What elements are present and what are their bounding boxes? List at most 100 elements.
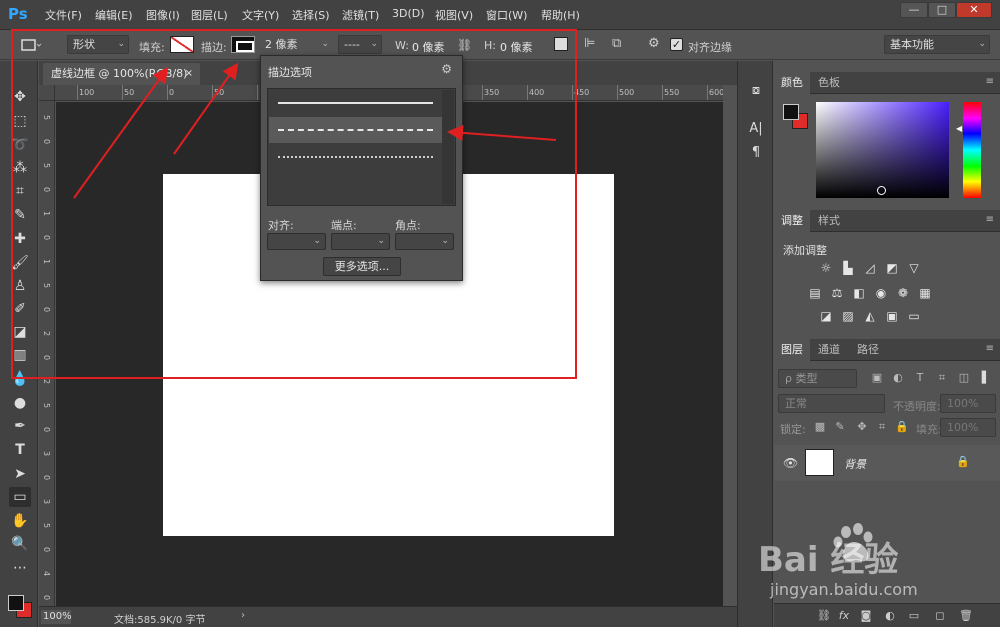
color-panel-swatches[interactable]	[783, 104, 811, 132]
brightness-icon[interactable]: ☼	[818, 260, 834, 276]
menu-type[interactable]: 文字(Y)	[242, 7, 279, 23]
more-options-button[interactable]: 更多选项...	[323, 257, 401, 276]
vibrance-icon[interactable]: ▽	[906, 260, 922, 276]
close-icon[interactable]: ×	[185, 63, 193, 85]
filter-smart-object-icon[interactable]: ◫	[956, 370, 972, 386]
zoom-tool-icon[interactable]: 🔍	[9, 534, 31, 554]
layer-name[interactable]: 背景	[844, 456, 866, 472]
move-tool-icon[interactable]: ✥	[9, 87, 31, 107]
posterize-icon[interactable]: ▨	[840, 308, 856, 324]
panel-menu-icon[interactable]: ≡	[986, 76, 994, 87]
gear-icon[interactable]: ⚙	[441, 62, 452, 76]
marquee-tool-icon[interactable]: ⬚	[9, 111, 31, 131]
tab-styles[interactable]: 样式	[811, 210, 847, 232]
blur-tool-icon[interactable]: 💧	[9, 369, 31, 389]
gradient-tool-icon[interactable]: ▥	[9, 345, 31, 365]
adjustment-layer-icon[interactable]: ◐	[882, 609, 898, 623]
menu-filter[interactable]: 滤镜(T)	[342, 7, 379, 23]
hue-saturation-icon[interactable]: ▤	[807, 285, 823, 301]
minimize-button[interactable]: —	[900, 2, 928, 18]
menu-window[interactable]: 窗口(W)	[486, 7, 527, 23]
paragraph-panel-icon[interactable]: ¶	[746, 143, 766, 163]
delete-layer-icon[interactable]: 🗑	[958, 609, 974, 623]
gradient-map-icon[interactable]: ▭	[906, 308, 922, 324]
panel-menu-icon[interactable]: ≡	[986, 214, 994, 225]
exposure-icon[interactable]: ◩	[884, 260, 900, 276]
hue-slider[interactable]	[963, 102, 981, 198]
workspace-dropdown[interactable]: 基本功能 ⌄	[884, 35, 990, 54]
type-tool-icon[interactable]: T	[9, 440, 31, 460]
document-tab[interactable]: 虚线边框 @ 100%(RGB/8) ×	[43, 63, 200, 85]
width-value[interactable]: 0 像素	[412, 39, 445, 55]
tab-layers[interactable]: 图层	[774, 339, 810, 361]
tab-channels[interactable]: 通道	[811, 339, 847, 361]
tool-preset-picker[interactable]	[18, 36, 42, 54]
menu-layer[interactable]: 图层(L)	[191, 7, 228, 23]
filter-pixel-icon[interactable]: ▣	[869, 370, 885, 386]
curves-icon[interactable]: ◿	[862, 260, 878, 276]
pen-tool-icon[interactable]: ✒	[9, 416, 31, 436]
stroke-swatch[interactable]	[231, 36, 255, 53]
filter-toggle-icon[interactable]: ▌	[978, 370, 994, 386]
color-picker-ring[interactable]	[877, 186, 886, 195]
lock-icon[interactable]: 🔒	[956, 455, 970, 468]
align-dropdown[interactable]: ⌄	[267, 233, 326, 250]
invert-icon[interactable]: ◪	[818, 308, 834, 324]
stroke-type-dropdown[interactable]: ---- ⌄	[338, 35, 382, 54]
channel-mixer-icon[interactable]: ❁	[895, 285, 911, 301]
magic-wand-tool-icon[interactable]: ⁂	[9, 158, 31, 178]
blend-mode-dropdown[interactable]: 正常	[778, 394, 885, 413]
crop-tool-icon[interactable]: ⌗	[9, 181, 31, 201]
opacity-field[interactable]: 100%	[940, 394, 996, 413]
selective-color-icon[interactable]: ▣	[884, 308, 900, 324]
dashed-line-option[interactable]	[269, 117, 442, 143]
hue-slider-pointer[interactable]: ◀	[956, 124, 962, 133]
hand-tool-icon[interactable]: ✋	[9, 511, 31, 531]
eyedropper-tool-icon[interactable]: ✎	[9, 205, 31, 225]
photo-filter-icon[interactable]: ◉	[873, 285, 889, 301]
layer-filter-dropdown[interactable]: ρ 类型	[778, 369, 857, 388]
more-tools-icon[interactable]: ⋯	[9, 558, 31, 578]
lock-position-icon[interactable]: ✥	[854, 419, 870, 435]
color-balance-icon[interactable]: ⚖	[829, 285, 845, 301]
layer-row[interactable]: 👁 背景 🔒	[774, 445, 1000, 481]
menu-view[interactable]: 视图(V)	[435, 7, 473, 23]
dodge-tool-icon[interactable]: ●	[9, 393, 31, 413]
list-scrollbar[interactable]	[442, 90, 454, 204]
link-icon[interactable]: ⛓	[457, 38, 472, 52]
fill-swatch[interactable]	[170, 36, 194, 53]
color-lookup-icon[interactable]: ▦	[917, 285, 933, 301]
brush-tool-icon[interactable]: 🖌	[9, 253, 31, 273]
lock-artboard-icon[interactable]: ⌗	[874, 419, 890, 435]
solid-line-option[interactable]	[269, 90, 442, 116]
foreground-color-swatch[interactable]	[783, 104, 799, 120]
color-spectrum[interactable]	[816, 102, 949, 198]
lock-image-icon[interactable]: ✎	[832, 419, 848, 435]
lasso-tool-icon[interactable]: ➰	[9, 135, 31, 155]
path-arrangement-icon[interactable]: ⧉	[612, 36, 621, 51]
history-brush-tool-icon[interactable]: ✐	[9, 299, 31, 319]
new-group-icon[interactable]: ▭	[906, 609, 922, 623]
close-button[interactable]: ✕	[956, 2, 992, 18]
new-layer-icon[interactable]: ◻	[932, 609, 948, 623]
path-operations-icon[interactable]	[554, 37, 568, 51]
foreground-background-colors[interactable]	[8, 595, 32, 621]
menu-3d[interactable]: 3D(D)	[392, 7, 425, 20]
maximize-button[interactable]: □	[928, 2, 956, 18]
panel-menu-icon[interactable]: ≡	[986, 343, 994, 354]
rectangle-shape-tool-icon[interactable]: ▭	[9, 487, 31, 507]
menu-edit[interactable]: 编辑(E)	[95, 7, 133, 23]
shape-mode-dropdown[interactable]: 形状 ⌄	[67, 35, 129, 54]
zoom-field[interactable]: 100%	[41, 610, 72, 624]
align-edges-checkbox[interactable]: ✓	[670, 38, 683, 51]
corners-dropdown[interactable]: ⌄	[395, 233, 454, 250]
tab-adjustments[interactable]: 调整	[774, 210, 810, 232]
menu-select[interactable]: 选择(S)	[292, 7, 330, 23]
foreground-color-swatch[interactable]	[8, 595, 24, 611]
filter-adjustment-icon[interactable]: ◐	[890, 370, 906, 386]
menu-image[interactable]: 图像(I)	[146, 7, 180, 23]
fill-opacity-field[interactable]: 100%	[940, 418, 996, 437]
filter-type-icon[interactable]: T	[912, 370, 928, 386]
tab-swatches[interactable]: 色板	[811, 72, 847, 94]
levels-icon[interactable]: ▙	[840, 260, 856, 276]
